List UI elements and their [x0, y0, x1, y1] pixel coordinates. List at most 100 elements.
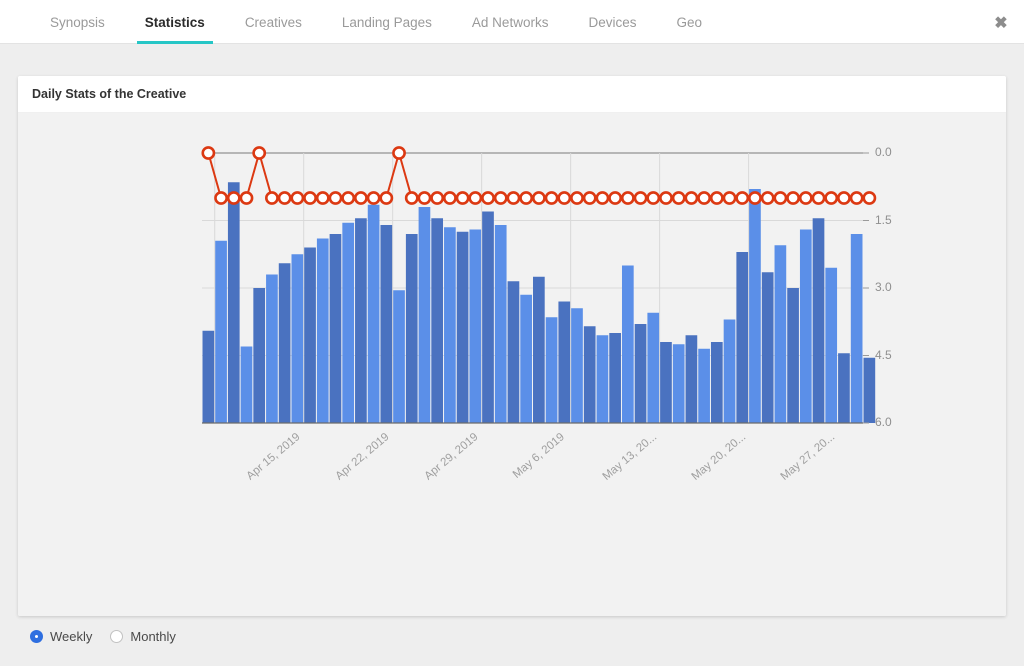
bar[interactable] — [508, 281, 520, 423]
rank-point[interactable] — [597, 192, 608, 203]
rank-point[interactable] — [215, 192, 226, 203]
bar[interactable] — [368, 205, 380, 423]
bar[interactable] — [266, 275, 278, 424]
rank-point[interactable] — [203, 147, 214, 158]
bar[interactable] — [571, 308, 583, 423]
rank-point[interactable] — [686, 192, 697, 203]
rank-point[interactable] — [800, 192, 811, 203]
bar[interactable] — [482, 212, 494, 424]
bar[interactable] — [457, 232, 469, 423]
rank-point[interactable] — [457, 192, 468, 203]
rank-point[interactable] — [737, 192, 748, 203]
bar[interactable] — [749, 189, 761, 423]
rank-point[interactable] — [559, 192, 570, 203]
bar[interactable] — [711, 342, 723, 423]
bar[interactable] — [342, 223, 354, 423]
bar[interactable] — [660, 342, 672, 423]
bar[interactable] — [647, 313, 659, 423]
bar[interactable] — [355, 218, 367, 423]
rank-point[interactable] — [648, 192, 659, 203]
bar[interactable] — [584, 326, 596, 423]
rank-point[interactable] — [393, 147, 404, 158]
bar[interactable] — [393, 290, 405, 423]
radio-dot-icon[interactable] — [110, 630, 123, 643]
bar[interactable] — [851, 234, 863, 423]
rank-point[interactable] — [635, 192, 646, 203]
rank-point[interactable] — [508, 192, 519, 203]
rank-point[interactable] — [660, 192, 671, 203]
close-icon[interactable]: ✖ — [990, 12, 1012, 34]
rank-point[interactable] — [864, 192, 875, 203]
rank-point[interactable] — [279, 192, 290, 203]
rank-point[interactable] — [482, 192, 493, 203]
tab-statistics[interactable]: Statistics — [125, 0, 225, 44]
rank-point[interactable] — [343, 192, 354, 203]
bar[interactable] — [317, 239, 329, 424]
bar[interactable] — [597, 335, 609, 423]
rank-point[interactable] — [584, 192, 595, 203]
tab-devices[interactable]: Devices — [568, 0, 656, 44]
rank-point[interactable] — [571, 192, 582, 203]
bar[interactable] — [546, 317, 558, 423]
tab-creatives[interactable]: Creatives — [225, 0, 322, 44]
bar[interactable] — [469, 230, 481, 424]
bar[interactable] — [533, 277, 545, 423]
rank-point[interactable] — [368, 192, 379, 203]
bar[interactable] — [686, 335, 698, 423]
tab-landing-pages[interactable]: Landing Pages — [322, 0, 452, 44]
bar[interactable] — [787, 288, 799, 423]
bar[interactable] — [406, 234, 418, 423]
bar[interactable] — [431, 218, 443, 423]
bar[interactable] — [762, 272, 774, 423]
bar[interactable] — [724, 320, 736, 424]
bar[interactable] — [291, 254, 303, 423]
rank-point[interactable] — [444, 192, 455, 203]
bar[interactable] — [838, 353, 850, 423]
rank-point[interactable] — [622, 192, 633, 203]
bar[interactable] — [495, 225, 507, 423]
bar[interactable] — [813, 218, 825, 423]
bar[interactable] — [419, 207, 431, 423]
rank-point[interactable] — [749, 192, 760, 203]
bar[interactable] — [520, 295, 532, 423]
bar[interactable] — [279, 263, 291, 423]
bar[interactable] — [609, 333, 621, 423]
rank-point[interactable] — [330, 192, 341, 203]
rank-point[interactable] — [317, 192, 328, 203]
rank-point[interactable] — [546, 192, 557, 203]
rank-point[interactable] — [711, 192, 722, 203]
rank-point[interactable] — [432, 192, 443, 203]
bar[interactable] — [304, 248, 316, 424]
rank-point[interactable] — [254, 147, 265, 158]
rank-point[interactable] — [406, 192, 417, 203]
rank-point[interactable] — [228, 192, 239, 203]
bar[interactable] — [228, 182, 240, 423]
rank-point[interactable] — [381, 192, 392, 203]
bar[interactable] — [635, 324, 647, 423]
rank-point[interactable] — [851, 192, 862, 203]
bar[interactable] — [241, 347, 253, 424]
radio-dot-icon[interactable] — [30, 630, 43, 643]
bar[interactable] — [800, 230, 812, 424]
rank-point[interactable] — [355, 192, 366, 203]
tab-ad-networks[interactable]: Ad Networks — [452, 0, 569, 44]
rank-point[interactable] — [241, 192, 252, 203]
bar[interactable] — [444, 227, 456, 423]
bar[interactable] — [622, 266, 634, 424]
rank-point[interactable] — [292, 192, 303, 203]
rank-point[interactable] — [813, 192, 824, 203]
bar[interactable] — [775, 245, 787, 423]
bar[interactable] — [330, 234, 342, 423]
bar[interactable] — [673, 344, 685, 423]
bar[interactable] — [253, 288, 265, 423]
rank-point[interactable] — [470, 192, 481, 203]
radio-weekly[interactable]: Weekly — [30, 629, 92, 644]
rank-point[interactable] — [495, 192, 506, 203]
rank-point[interactable] — [838, 192, 849, 203]
rank-point[interactable] — [673, 192, 684, 203]
rank-point[interactable] — [266, 192, 277, 203]
bar[interactable] — [380, 225, 392, 423]
rank-point[interactable] — [419, 192, 430, 203]
rank-point[interactable] — [787, 192, 798, 203]
tab-geo[interactable]: Geo — [656, 0, 722, 44]
